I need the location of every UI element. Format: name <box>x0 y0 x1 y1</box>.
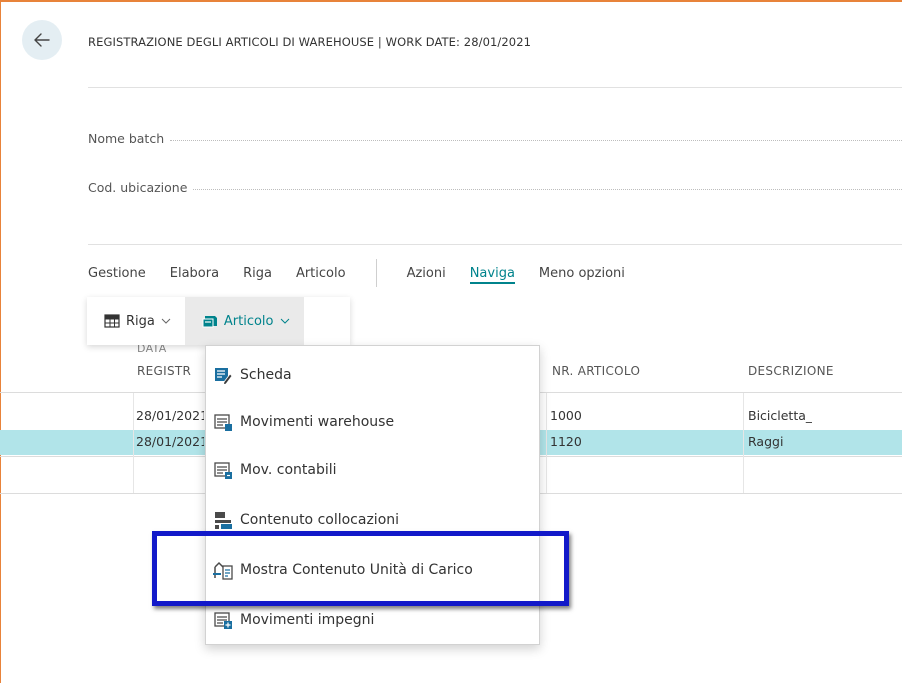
column-header-item-no[interactable]: NR. ARTICOLO <box>552 364 640 378</box>
chevron-down-icon <box>161 318 171 324</box>
field-label: Nome batch <box>88 130 165 146</box>
header-divider <box>88 87 902 88</box>
menu-item-movimenti-warehouse[interactable]: Movimenti warehouse <box>206 407 539 437</box>
riga-menu-button[interactable]: Riga <box>87 297 185 345</box>
menu-item-label: Contenuto collocazioni <box>240 512 400 528</box>
handling-unit-icon <box>213 561 233 580</box>
page-title: REGISTRAZIONE DEGLI ARTICOLI DI WAREHOUS… <box>88 35 532 49</box>
field-nome-batch[interactable]: Nome batch <box>88 128 902 148</box>
action-riga[interactable]: Riga <box>243 266 272 281</box>
field-label: Cod. ubicazione <box>88 179 188 195</box>
cell-description: Bicicletta_ <box>748 408 813 423</box>
column-header-date[interactable]: REGISTR <box>137 364 191 378</box>
cell-date: 28/01/2021 <box>136 408 204 423</box>
bin-contents-icon <box>215 512 232 529</box>
card-edit-icon <box>215 368 233 385</box>
menu-item-label: Movimenti warehouse <box>240 414 395 430</box>
menu-item-mov-contabili[interactable]: Mov. contabili <box>206 455 539 485</box>
column-divider <box>546 393 547 493</box>
cell-item-no: 1120 <box>550 434 582 449</box>
menu-item-movimenti-impegni[interactable]: Movimenti impegni <box>206 605 539 635</box>
action-elabora[interactable]: Elabora <box>170 266 219 281</box>
action-bar: Gestione Elabora Riga Articolo Azioni Na… <box>88 259 649 287</box>
menu-item-label: Mov. contabili <box>240 462 337 478</box>
chevron-down-icon <box>280 318 289 324</box>
menu-item-label: Scheda <box>240 367 292 383</box>
grid-action-bar: Riga Articolo <box>87 297 350 345</box>
menu-item-contenuto-collocazioni[interactable]: Contenuto collocazioni <box>206 505 539 535</box>
section-divider <box>88 244 902 245</box>
articolo-menu-label: Articolo <box>223 313 274 329</box>
cell-item-no: 1000 <box>550 408 582 423</box>
action-articolo[interactable]: Articolo <box>296 266 346 281</box>
field-value-dots[interactable] <box>170 139 902 141</box>
cell-date: 28/01/2021 <box>136 434 204 449</box>
column-divider <box>133 393 134 493</box>
action-meno-opzioni[interactable]: Meno opzioni <box>539 266 625 281</box>
window-frame-left <box>0 0 1 683</box>
riga-menu-label: Riga <box>126 313 155 329</box>
articolo-menu-button[interactable]: Articolo <box>184 297 304 345</box>
column-header-description[interactable]: DESCRIZIONE <box>748 364 834 378</box>
item-box-icon <box>202 316 217 328</box>
ledger-entries-icon <box>214 462 232 479</box>
menu-item-label: Mostra Contenuto Unità di Carico <box>240 562 473 578</box>
field-value-dots[interactable] <box>193 188 902 190</box>
back-button[interactable] <box>22 20 62 60</box>
column-divider <box>743 393 744 493</box>
grid-icon <box>104 314 120 328</box>
menu-item-mostra-contenuto-unita-di-carico[interactable]: Mostra Contenuto Unità di Carico <box>206 555 539 585</box>
window-frame-top <box>0 0 902 2</box>
menu-item-label: Movimenti impegni <box>240 612 375 628</box>
warehouse-entries-icon <box>214 414 232 431</box>
reservation-entries-icon <box>214 612 232 629</box>
action-gestione[interactable]: Gestione <box>88 266 146 281</box>
field-cod-ubicazione[interactable]: Cod. ubicazione <box>88 177 902 197</box>
menu-item-scheda[interactable]: Scheda <box>206 360 539 390</box>
cell-description: Raggi <box>748 434 784 449</box>
action-naviga[interactable]: Naviga <box>469 266 515 284</box>
arrow-left-icon <box>34 33 50 47</box>
articolo-dropdown-menu: Scheda Movimenti warehouse Mov. contabil… <box>205 345 540 645</box>
action-divider <box>375 259 377 287</box>
action-azioni[interactable]: Azioni <box>407 266 446 281</box>
